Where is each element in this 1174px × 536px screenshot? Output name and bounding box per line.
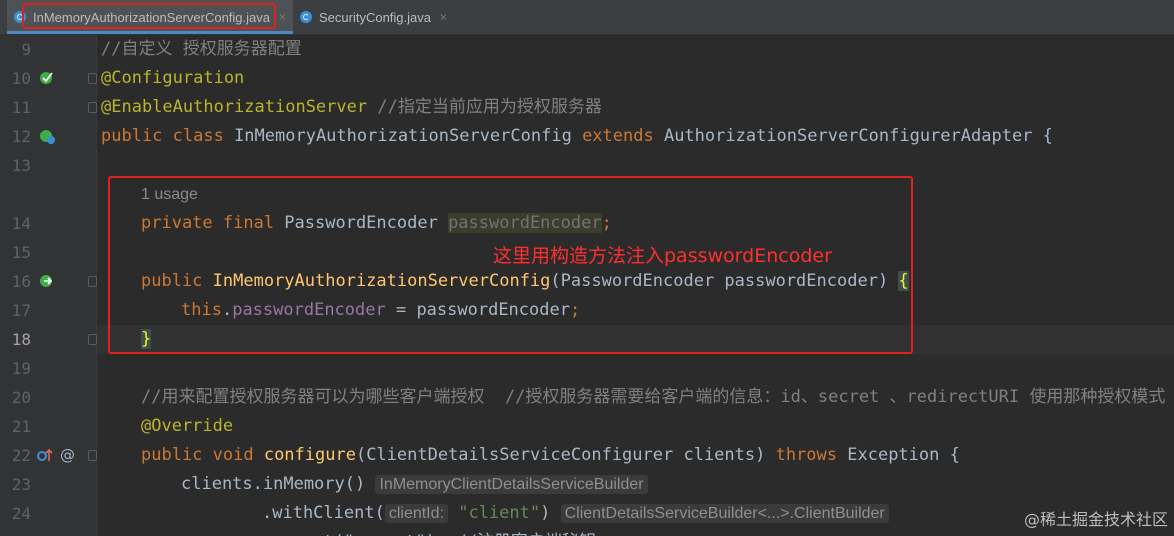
spring-bean-gutter-icon[interactable] — [38, 69, 56, 87]
code-text: @EnableAuthorizationServer //指定当前应用为授权服务… — [101, 93, 602, 122]
type-inlay-hint: ClientDetailsServiceBuilder<...>.ClientB… — [560, 504, 889, 523]
active-tab-indicator — [7, 31, 293, 34]
line-number: 12 — [11, 127, 31, 146]
line-number: 15 — [11, 243, 31, 262]
code-text: clients.inMemory() InMemoryClientDetails… — [181, 470, 648, 499]
code-editor[interactable]: 9 //自定义 授权服务器配置 10 @Configuration 11 @En… — [0, 35, 1174, 536]
line-number: 21 — [11, 417, 31, 436]
code-text: @Configuration — [101, 64, 244, 93]
annotation-note: 这里用构造方法注入passwordEncoder — [493, 245, 832, 267]
close-icon[interactable]: × — [279, 10, 286, 24]
class-name: InMemoryAuthorizationServerConfig — [234, 126, 583, 146]
comment: //指定当前应用为授权服务器 — [367, 97, 602, 117]
keyword: throws — [775, 445, 848, 465]
code-line: 21 @Override — [0, 412, 1174, 441]
annotation: @Configuration — [101, 68, 245, 88]
line-number: 20 — [11, 388, 31, 407]
at-sign-icon[interactable]: @ — [59, 446, 77, 464]
keyword: public void — [141, 445, 264, 465]
svg-text:@: @ — [60, 446, 75, 464]
keyword: extends — [582, 126, 664, 146]
spring-bean-navigate-icon[interactable] — [38, 127, 56, 145]
code-text: public void configure(ClientDetailsServi… — [141, 441, 960, 470]
type-inlay-hint: InMemoryClientDetailsServiceBuilder — [375, 475, 648, 494]
code-text: .withClient(clientId: "client") ClientDe… — [262, 499, 889, 528]
line-number: 18 — [11, 330, 31, 349]
code-text: public class InMemoryAuthorizationServer… — [101, 122, 1053, 151]
watermark: @稀土掘金技术社区 — [1023, 510, 1168, 529]
code-line: 22 @ public void configure(ClientDetails… — [0, 441, 1174, 470]
line-number: 9 — [21, 40, 31, 59]
fold-marker-icon[interactable] — [88, 73, 97, 84]
code-line-partial: .secret("secret") //注册客户端秘钥 — [0, 528, 1174, 536]
code-line: 23 clients.inMemory() InMemoryClientDeta… — [0, 470, 1174, 499]
line-number: 22 — [11, 446, 31, 465]
override-method-icon[interactable] — [36, 446, 54, 464]
code-text: .secret("secret") //注册客户端秘钥 — [262, 528, 596, 536]
tab-highlight-box — [22, 3, 276, 29]
code-text: //自定义 授权服务器配置 — [101, 35, 302, 64]
line-number: 23 — [11, 475, 31, 494]
exception-type: Exception { — [847, 445, 960, 465]
tab-label: SecurityConfig.java — [319, 9, 431, 25]
parameters: (ClientDetailsServiceConfigurer clients) — [355, 445, 776, 465]
line-number: 17 — [11, 301, 31, 320]
spring-autowire-gutter-icon[interactable] — [38, 272, 56, 290]
parameter-hint: clientId: — [384, 504, 448, 523]
ide-window: InMemoryAuthorizationServerConfig.java ×… — [0, 0, 1174, 536]
code-text: //用来配置授权服务器可以为哪些客户端授权 //授权服务器需要给客户端的信息：i… — [141, 383, 1165, 412]
annotation: @Override — [141, 416, 234, 436]
line-number: 16 — [11, 272, 31, 291]
editor-tab-bar: InMemoryAuthorizationServerConfig.java ×… — [0, 0, 1174, 35]
line-number: 14 — [11, 214, 31, 233]
superclass: AuthorizationServerConfigurerAdapter { — [663, 126, 1053, 146]
line-number: 11 — [11, 98, 31, 117]
line-number: 24 — [11, 504, 31, 523]
annotation: @EnableAuthorizationServer — [101, 97, 368, 117]
keyword: public class — [101, 126, 235, 146]
code-line: 24 .withClient(clientId: "client") Clien… — [0, 499, 1174, 528]
java-class-icon — [300, 11, 312, 23]
code-line: 12 public class InMemoryAuthorizationSer… — [0, 122, 1174, 151]
line-number: 19 — [11, 359, 31, 378]
method-call: clients.inMemory() — [181, 474, 366, 494]
comment: //自定义 授权服务器配置 — [101, 39, 302, 59]
method-call: .withClient( — [262, 503, 385, 523]
line-number: 13 — [11, 156, 31, 175]
code-line: 20 //用来配置授权服务器可以为哪些客户端授权 //授权服务器需要给客户端的信… — [0, 383, 1174, 412]
closing-paren: ) — [540, 503, 551, 523]
fold-marker-icon[interactable] — [88, 450, 97, 461]
string-literal: "client" — [458, 503, 541, 523]
fold-marker-icon[interactable] — [88, 334, 97, 345]
line-number: 10 — [11, 69, 31, 88]
code-line: 11 @EnableAuthorizationServer //指定当前应用为授… — [0, 93, 1174, 122]
fold-marker-icon[interactable] — [88, 276, 97, 287]
fold-marker-icon[interactable] — [88, 102, 97, 113]
comment: //用来配置授权服务器可以为哪些客户端授权 //授权服务器需要给客户端的信息：i… — [141, 387, 1166, 407]
code-line: 19 — [0, 354, 1174, 383]
tab-security-config[interactable]: SecurityConfig.java × — [300, 0, 447, 34]
code-line: 10 @Configuration — [0, 64, 1174, 93]
method-name: configure — [263, 445, 356, 465]
code-text: @Override — [141, 412, 233, 441]
code-line: 9 //自定义 授权服务器配置 — [0, 35, 1174, 64]
close-icon[interactable]: × — [440, 10, 447, 24]
